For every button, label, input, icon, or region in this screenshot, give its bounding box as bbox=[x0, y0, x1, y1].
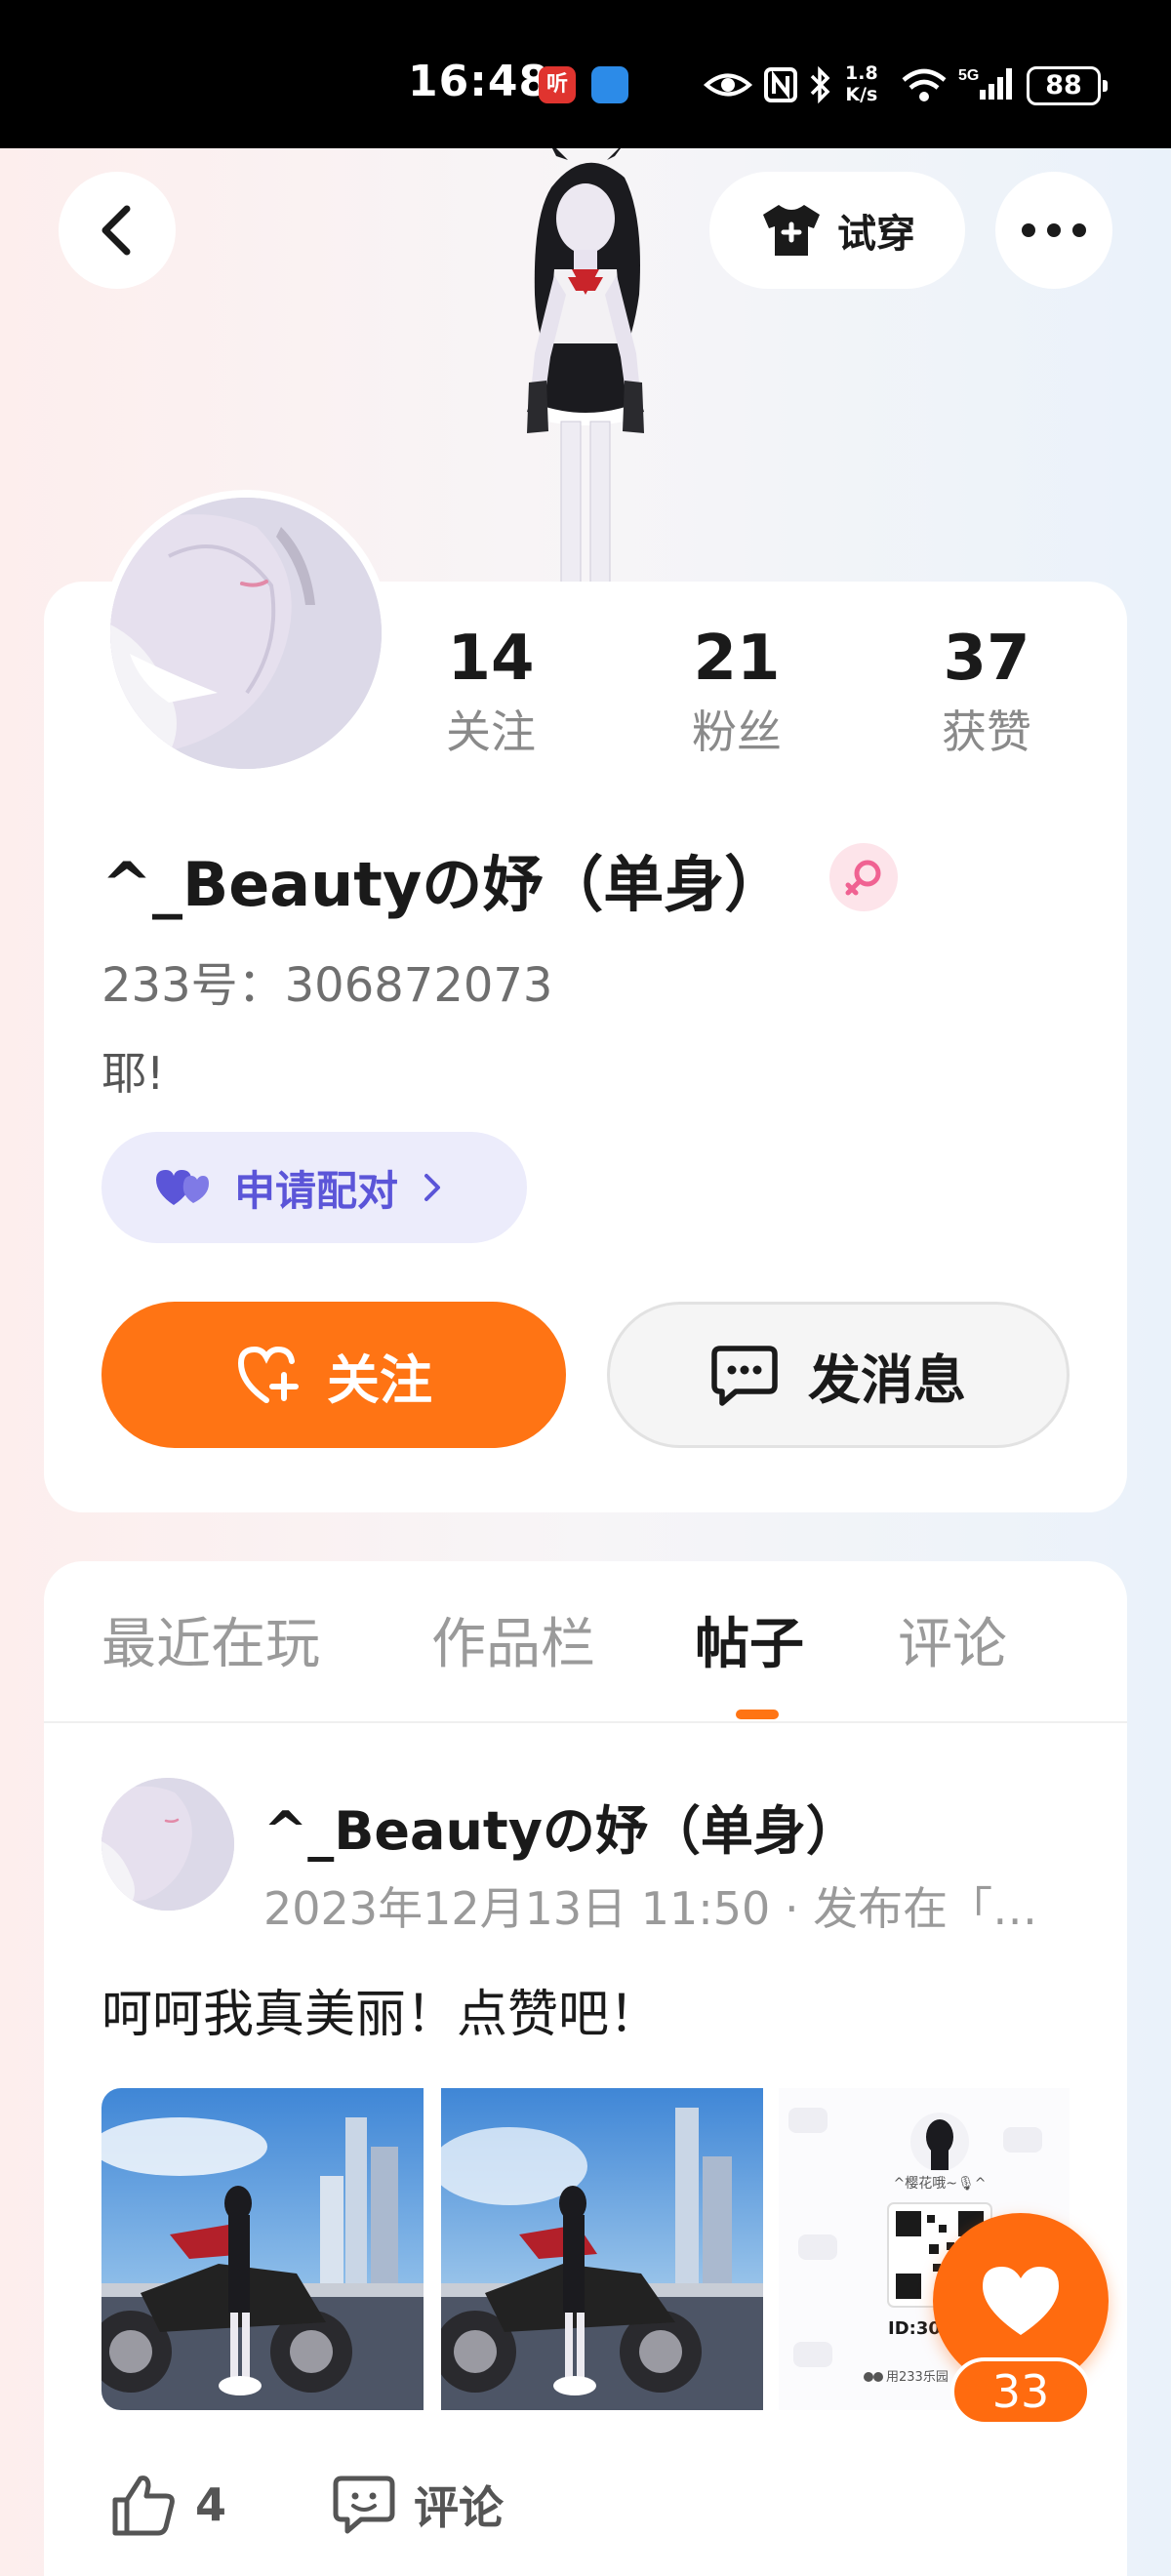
status-bar: 16:48 听 1.8 K/s 5G 88 bbox=[0, 0, 1171, 148]
bluetooth-icon bbox=[810, 65, 830, 104]
user-id: 233号：306872073 bbox=[101, 958, 553, 1013]
svg-text:5G: 5G bbox=[958, 67, 979, 84]
stat-fans-label: 粉丝 bbox=[692, 705, 782, 758]
stat-following[interactable]: 14 关注 bbox=[393, 615, 588, 761]
chevron-left-icon bbox=[101, 205, 131, 256]
post-avatar-image bbox=[101, 1778, 234, 1911]
stat-likes[interactable]: 37 获赞 bbox=[889, 615, 1084, 761]
post-image-2[interactable] bbox=[441, 2088, 763, 2410]
content-card bbox=[44, 1561, 1127, 2576]
stat-fans-value: 21 bbox=[693, 623, 781, 695]
send-message-button[interactable]: 发消息 bbox=[607, 1302, 1070, 1448]
wifi-icon bbox=[902, 68, 947, 101]
chevron-right-icon bbox=[424, 1174, 441, 1201]
double-heart-icon bbox=[156, 1170, 209, 1205]
follow-button[interactable]: 关注 bbox=[101, 1302, 566, 1448]
post-like-button[interactable]: 4 bbox=[109, 2473, 226, 2537]
character-avatar-3d bbox=[527, 148, 644, 587]
user-bio: 耶! bbox=[101, 1047, 165, 1100]
gender-badge bbox=[829, 843, 898, 911]
heart-icon bbox=[983, 2267, 1059, 2335]
stat-following-label: 关注 bbox=[446, 705, 536, 758]
post-author-avatar[interactable] bbox=[101, 1778, 234, 1911]
post-comment-label: 评论 bbox=[414, 2481, 504, 2534]
post-comment-button[interactable]: 评论 bbox=[332, 2473, 504, 2537]
svg-text:^樱花哦~🎙^: ^樱花哦~🎙^ bbox=[894, 2175, 987, 2192]
try-on-button[interactable]: 试穿 bbox=[709, 172, 965, 289]
stat-likes-label: 获赞 bbox=[942, 705, 1031, 758]
avatar[interactable] bbox=[102, 490, 389, 777]
send-message-label: 发消息 bbox=[808, 1348, 966, 1411]
request-pair-button[interactable]: 申请配对 bbox=[101, 1132, 527, 1243]
follow-label: 关注 bbox=[327, 1348, 432, 1411]
post-meta: 2023年12月13日 11:50 · 发布在「… bbox=[263, 1882, 1038, 1935]
post-text: 呵呵我真美丽！点赞吧！ bbox=[101, 1986, 661, 2044]
more-options-button[interactable] bbox=[995, 172, 1112, 289]
stat-following-value: 14 bbox=[447, 623, 535, 695]
stat-likes-value: 37 bbox=[943, 623, 1030, 695]
post-image-1[interactable] bbox=[101, 2088, 424, 2410]
avatar-image bbox=[110, 498, 382, 769]
stat-fans[interactable]: 21 粉丝 bbox=[639, 615, 834, 761]
tab-comments[interactable]: 评论 bbox=[898, 1600, 1007, 1679]
browser-app-icon bbox=[591, 66, 628, 103]
profile-username: ^_Beautyの妤（单身） bbox=[101, 849, 786, 920]
svg-text:用233乐园: 用233乐园 bbox=[886, 2370, 949, 2385]
thumbs-up-icon bbox=[112, 2475, 175, 2536]
net-speed: 1.8 K/s bbox=[845, 62, 878, 105]
more-dots-icon bbox=[1022, 223, 1086, 237]
comment-icon bbox=[333, 2475, 395, 2534]
tab-works[interactable]: 作品栏 bbox=[431, 1600, 595, 1679]
post-image-2-picture bbox=[441, 2088, 763, 2410]
eye-icon bbox=[703, 73, 753, 97]
heart-plus-icon bbox=[237, 1346, 299, 1403]
post-image-1-picture bbox=[101, 2088, 424, 2410]
female-icon bbox=[845, 860, 881, 896]
battery-indicator: 88 bbox=[1027, 66, 1108, 105]
tshirt-icon bbox=[763, 205, 820, 256]
tab-recently-played[interactable]: 最近在玩 bbox=[101, 1600, 320, 1679]
post-like-count: 4 bbox=[195, 2478, 227, 2531]
nfc-icon bbox=[764, 67, 797, 102]
floating-like-count: 33 bbox=[950, 2357, 1091, 2426]
tab-active-indicator bbox=[736, 1710, 779, 1719]
try-on-label: 试穿 bbox=[837, 212, 915, 257]
back-button[interactable] bbox=[59, 172, 176, 289]
tab-posts[interactable]: 帖子 bbox=[695, 1600, 804, 1679]
status-time: 16:48 bbox=[408, 57, 550, 106]
chat-bubble-icon bbox=[711, 1346, 778, 1406]
request-pair-label: 申请配对 bbox=[234, 1166, 399, 1215]
tab-divider bbox=[44, 1721, 1127, 1723]
listen-app-icon: 听 bbox=[539, 66, 576, 103]
post-author-name[interactable]: ^_Beautyの妤（单身） bbox=[263, 1788, 859, 1865]
signal-icon: 5G bbox=[958, 67, 1012, 100]
